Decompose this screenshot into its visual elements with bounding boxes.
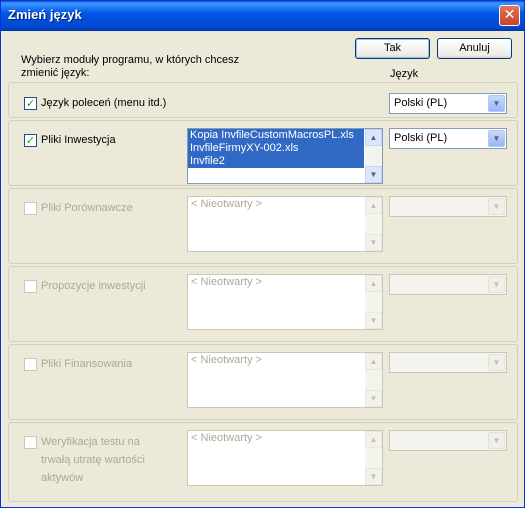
list-item[interactable]: Kopia InvfileCustomMacrosPL.xls bbox=[188, 129, 364, 142]
scroll-down-icon[interactable]: ▼ bbox=[365, 166, 382, 183]
impairment-test-label-line: trwałą utratę wartości bbox=[41, 454, 145, 466]
financing-files-checkbox bbox=[24, 358, 37, 371]
list-item[interactable]: InvfileFirmyXY-002.xls bbox=[188, 142, 364, 155]
investment-proposals-label-line: Propozycje inwestycji bbox=[41, 280, 146, 292]
comparison-files-language-select: ▼ bbox=[389, 196, 507, 217]
investment-files-language-select[interactable]: Polski (PL) ▼ bbox=[389, 128, 507, 149]
investment-proposals-language-select: ▼ bbox=[389, 274, 507, 295]
scroll-up-icon: ▲ bbox=[365, 353, 382, 370]
dialog-client: Tak Anuluj Wybierz moduły programu, w kt… bbox=[4, 31, 521, 505]
group-financing-files: Pliki Finansowania < Nieotwarty > ▲ ▼ ▼ bbox=[8, 344, 518, 420]
scroll-down-icon: ▼ bbox=[365, 390, 382, 407]
impairment-test-checkbox bbox=[24, 436, 37, 449]
comparison-files-file-list: < Nieotwarty > ▲ ▼ bbox=[187, 196, 383, 252]
commands-label: Język poleceń (menu itd.) bbox=[41, 97, 167, 109]
chevron-down-icon: ▼ bbox=[488, 276, 505, 293]
instruction-line-1: Wybierz moduły programu, w których chces… bbox=[21, 54, 240, 66]
chevron-down-icon: ▼ bbox=[488, 198, 505, 215]
scroll-up-icon: ▲ bbox=[365, 431, 382, 448]
group-commands: ✓ Język poleceń (menu itd.) Polski (PL) … bbox=[8, 82, 518, 118]
chevron-down-icon[interactable]: ▼ bbox=[488, 95, 505, 112]
chevron-down-icon[interactable]: ▼ bbox=[488, 130, 505, 147]
cancel-button[interactable]: Anuluj bbox=[437, 38, 512, 59]
not-open-placeholder: < Nieotwarty > bbox=[191, 276, 262, 288]
title-bar: Zmień język ✕ bbox=[1, 1, 524, 31]
investment-proposals-file-list: < Nieotwarty > ▲ ▼ bbox=[187, 274, 383, 330]
list-scrollbar: ▲ ▼ bbox=[365, 431, 382, 485]
group-investment-proposals: Propozycje inwestycji < Nieotwarty > ▲ ▼ ▼ bbox=[8, 266, 518, 342]
chevron-down-icon: ▼ bbox=[488, 432, 505, 449]
investment-files-file-list[interactable]: Kopia InvfileCustomMacrosPL.xls InvfileFi… bbox=[187, 128, 383, 184]
list-scrollbar: ▲ ▼ bbox=[365, 275, 382, 329]
group-impairment-test: Weryfikacja testu na trwałą utratę wartoś… bbox=[8, 422, 518, 502]
impairment-test-label-line: Weryfikacja testu na bbox=[41, 436, 140, 448]
list-item[interactable]: Invfile2 bbox=[188, 155, 364, 168]
scroll-up-icon: ▲ bbox=[365, 197, 382, 214]
investment-files-label-line: Pliki Inwestycja bbox=[41, 134, 116, 146]
instruction-line-2: zmienić język: bbox=[21, 67, 90, 79]
close-icon[interactable]: ✕ bbox=[499, 5, 520, 26]
not-open-placeholder: < Nieotwarty > bbox=[191, 354, 262, 366]
investment-files-checkbox[interactable]: ✓ bbox=[24, 134, 37, 147]
ok-button[interactable]: Tak bbox=[355, 38, 430, 59]
impairment-test-file-list: < Nieotwarty > ▲ ▼ bbox=[187, 430, 383, 486]
not-open-placeholder: < Nieotwarty > bbox=[191, 432, 262, 444]
commands-language-value: Polski (PL) bbox=[394, 97, 448, 109]
investment-files-language-value: Polski (PL) bbox=[394, 132, 448, 144]
group-comparison-files: Pliki Porównawcze < Nieotwarty > ▲ ▼ ▼ bbox=[8, 188, 518, 264]
scroll-up-icon[interactable]: ▲ bbox=[365, 129, 382, 146]
list-scrollbar: ▲ ▼ bbox=[365, 197, 382, 251]
commands-checkbox[interactable]: ✓ bbox=[24, 97, 37, 110]
scroll-down-icon: ▼ bbox=[365, 312, 382, 329]
financing-files-language-select: ▼ bbox=[389, 352, 507, 373]
scroll-down-icon: ▼ bbox=[365, 234, 382, 251]
group-investment-files: ✓ Pliki Inwestycja Kopia InvfileCustomMacr… bbox=[8, 120, 518, 186]
dialog-window: Zmień język ✕ Tak Anuluj Wybierz moduły … bbox=[0, 0, 525, 508]
list-scrollbar[interactable]: ▲ ▼ bbox=[365, 129, 382, 183]
chevron-down-icon: ▼ bbox=[488, 354, 505, 371]
scroll-up-icon: ▲ bbox=[365, 275, 382, 292]
commands-language-select[interactable]: Polski (PL) ▼ bbox=[389, 93, 507, 114]
impairment-test-language-select: ▼ bbox=[389, 430, 507, 451]
not-open-placeholder: < Nieotwarty > bbox=[191, 198, 262, 210]
comparison-files-checkbox bbox=[24, 202, 37, 215]
scroll-down-icon: ▼ bbox=[365, 468, 382, 485]
financing-files-file-list: < Nieotwarty > ▲ ▼ bbox=[187, 352, 383, 408]
language-column-header: Język bbox=[390, 68, 419, 80]
list-scrollbar: ▲ ▼ bbox=[365, 353, 382, 407]
financing-files-label-line: Pliki Finansowania bbox=[41, 358, 133, 370]
comparison-files-label-line: Pliki Porównawcze bbox=[41, 202, 133, 214]
impairment-test-label-line: aktywów bbox=[41, 472, 84, 484]
window-title: Zmień język bbox=[8, 7, 82, 22]
investment-proposals-checkbox bbox=[24, 280, 37, 293]
